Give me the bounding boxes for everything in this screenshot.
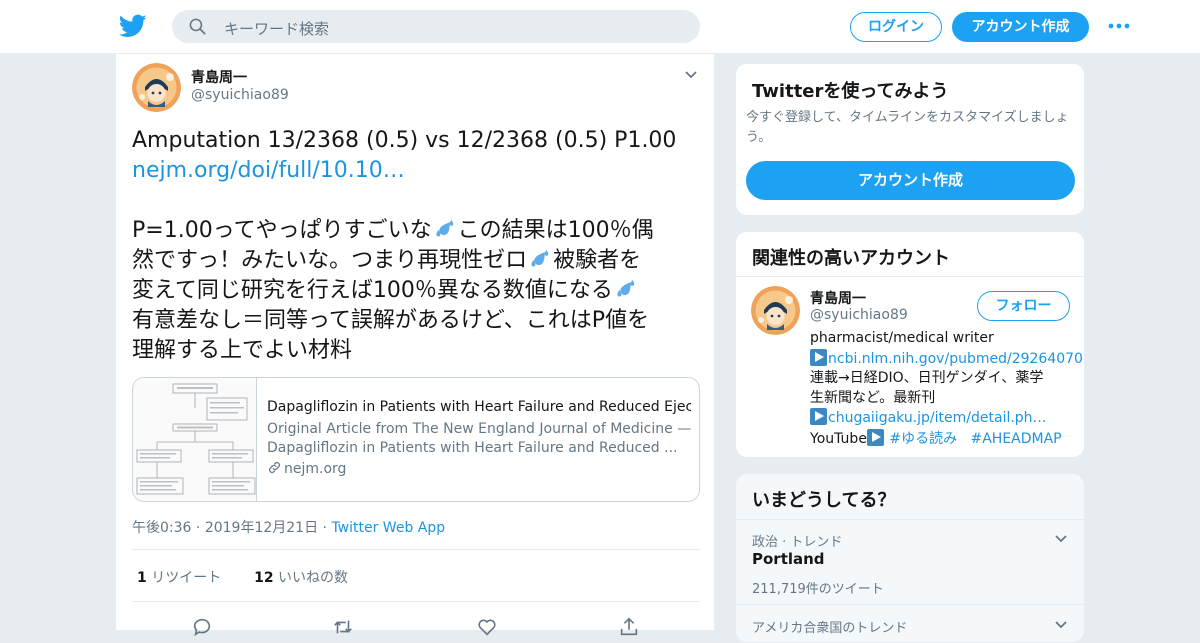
divider bbox=[736, 276, 1084, 277]
tweet-line: 然ですっ！みたいな。つまり再現性ゼロ 被験者を bbox=[132, 246, 702, 276]
tweet-link[interactable]: nejm.org/doi/full/10.10… bbox=[132, 156, 702, 186]
bio-link[interactable]: chugaiigaku.jp/item/detail.ph… bbox=[828, 410, 1047, 426]
tweet-source[interactable]: Twitter Web App bbox=[331, 520, 445, 536]
related-account-name[interactable]: 青島周一 bbox=[810, 288, 866, 308]
avatar[interactable] bbox=[751, 286, 800, 335]
tweet-date[interactable]: 2019年12月21日 bbox=[205, 520, 318, 536]
tweet-time[interactable]: 午後0:36 bbox=[132, 520, 191, 536]
play-button-icon bbox=[810, 408, 827, 426]
share-icon[interactable] bbox=[618, 616, 640, 638]
bio-line: YouTube #ゆる読み #AHEADMAP bbox=[810, 428, 1076, 450]
related-panel-title: 関連性の高いアカウント bbox=[752, 248, 950, 269]
retweet-count: 1 bbox=[137, 570, 147, 586]
tweet-detail: 青島周一 @syuichiao89 Amputation 13/2368 (0.… bbox=[115, 54, 715, 637]
avatar[interactable] bbox=[132, 63, 181, 112]
chevron-down-icon[interactable] bbox=[1054, 534, 1068, 544]
signup-button[interactable]: アカウント作成 bbox=[952, 12, 1089, 42]
signup-panel: Twitterを使ってみよう 今すぐ登録して、タイムラインをカスタマイズしましょ… bbox=[735, 63, 1085, 216]
login-button[interactable]: ログイン bbox=[850, 12, 942, 42]
card-description: Original Article from The New England Jo… bbox=[267, 420, 691, 458]
search-bar[interactable]: キーワード検索 bbox=[172, 10, 700, 43]
chevron-down-icon[interactable] bbox=[1054, 620, 1068, 630]
like-label: いいねの数 bbox=[278, 570, 349, 586]
tweet-text-segment: この結果は100％偶 bbox=[457, 218, 654, 243]
trends-panel: いまどうしてる？ 政治 · トレンド Portland 211,719件のツイー… bbox=[735, 473, 1085, 643]
author-name[interactable]: 青島周一 bbox=[191, 67, 247, 87]
signup-panel-description: 今すぐ登録して、タイムラインをカスタマイズしましょ う。 bbox=[746, 108, 1078, 148]
bio-line: pharmacist/medical writer bbox=[810, 330, 994, 346]
like-count: 12 bbox=[254, 570, 274, 586]
trend-context: 政治 · トレンド bbox=[752, 535, 843, 550]
reply-icon[interactable] bbox=[191, 616, 213, 638]
like-icon[interactable] bbox=[476, 616, 498, 638]
tweet-stats: 1 リツイート 12 いいねの数 bbox=[137, 567, 348, 587]
card-domain-text: nejm.org bbox=[284, 461, 347, 477]
signup-panel-title: Twitterを使ってみよう bbox=[752, 81, 949, 102]
separator-dot: · bbox=[318, 520, 332, 536]
play-button-icon bbox=[810, 348, 827, 366]
tweet-text-segment: 然ですっ！みたいな。つまり再現性ゼロ bbox=[132, 248, 528, 273]
tweet-text: Amputation 13/2368 (0.5) vs 12/2368 (0.5… bbox=[132, 126, 702, 366]
bio-line: 連載→日経DIO、日刊ゲンダイ、薬学 bbox=[810, 370, 1044, 387]
link-preview-card[interactable]: Dapagliflozin in Patients with Heart Fai… bbox=[132, 377, 700, 502]
tweet-line: 変えて同じ研究を行えば100％異なる数値になる bbox=[132, 276, 702, 306]
separator-dot: · bbox=[191, 520, 205, 536]
retweet-icon[interactable] bbox=[332, 616, 354, 638]
trend-tweet-count: 211,719件のツイート bbox=[752, 582, 884, 597]
tweet-text-segment: P=1.00ってやっぱりすごいな bbox=[132, 218, 432, 243]
hashtag-link[interactable]: #ゆる読み bbox=[889, 431, 957, 447]
related-account-handle[interactable]: @syuichiao89 bbox=[810, 307, 908, 323]
bio-text: YouTube bbox=[810, 430, 867, 447]
more-icon[interactable] bbox=[1107, 20, 1131, 32]
play-button-icon bbox=[866, 428, 884, 446]
signup-desc-line: う。 bbox=[746, 130, 772, 145]
trend-context: アメリカ合衆国のトレンド bbox=[752, 621, 908, 636]
author-handle[interactable]: @syuichiao89 bbox=[191, 87, 289, 103]
divider bbox=[736, 519, 1084, 520]
follow-button[interactable]: フォロー bbox=[977, 291, 1070, 321]
search-input[interactable]: キーワード検索 bbox=[224, 18, 329, 39]
tweet-line: Amputation 13/2368 (0.5) vs 12/2368 (0.5… bbox=[132, 128, 677, 153]
like-stat[interactable]: 12 いいねの数 bbox=[254, 570, 348, 586]
hashtag-link[interactable]: #AHEADMAP bbox=[970, 431, 1061, 447]
bio-line: 生新聞など。最新刊 bbox=[810, 389, 936, 406]
twitter-logo-icon[interactable] bbox=[119, 12, 147, 40]
sweat-droplets-icon bbox=[435, 219, 453, 237]
related-accounts-panel: 関連性の高いアカウント 青島周一 @syuichiao89 フォロー pharm… bbox=[735, 231, 1085, 458]
card-description-line: Original Article from The New England Jo… bbox=[267, 421, 691, 437]
signup-desc-line: 今すぐ登録して、タイムラインをカスタマイズしましょ bbox=[746, 110, 1069, 125]
bio-link[interactable]: ncbi.nlm.nih.gov/pubmed/29264070 bbox=[828, 351, 1083, 367]
bio-line: chugaiigaku.jp/item/detail.ph… bbox=[810, 408, 1076, 429]
tweet-text-segment: 被験者を bbox=[553, 248, 642, 273]
card-thumbnail bbox=[133, 378, 257, 501]
top-bar: キーワード検索 ログイン アカウント作成 bbox=[0, 0, 1200, 54]
tweet-line: 理解する上でよい材料 bbox=[132, 338, 353, 363]
card-domain: nejm.org bbox=[267, 460, 346, 477]
sweat-droplets-icon bbox=[617, 279, 635, 297]
signup-panel-button[interactable]: アカウント作成 bbox=[746, 161, 1075, 200]
divider bbox=[132, 601, 700, 602]
tweet-line: P=1.00ってやっぱりすごいな この結果は100％偶 bbox=[132, 216, 702, 246]
retweet-label: リツイート bbox=[151, 570, 222, 586]
bio-line: ncbi.nlm.nih.gov/pubmed/29264070 bbox=[810, 348, 1083, 370]
trends-panel-title: いまどうしてる？ bbox=[752, 490, 896, 511]
tweet-line: 有意差なし＝同等って誤解があるけど、これはP値を bbox=[132, 308, 650, 333]
tweet-metadata: 午後0:36 · 2019年12月21日 · Twitter Web App bbox=[132, 517, 445, 537]
card-description-line: Dapagliflozin in Patients with Heart Fai… bbox=[267, 440, 678, 456]
card-title: Dapagliflozin in Patients with Heart Fai… bbox=[267, 399, 691, 415]
divider bbox=[736, 604, 1084, 605]
trend-name[interactable]: Portland bbox=[752, 550, 825, 568]
account-bio: pharmacist/medical writer ncbi.nlm.nih.g… bbox=[810, 329, 1083, 450]
search-icon bbox=[189, 18, 206, 35]
tweet-text-segment: 変えて同じ研究を行えば100％異なる数値になる bbox=[132, 278, 613, 303]
retweet-stat[interactable]: 1 リツイート bbox=[137, 570, 221, 586]
chevron-down-icon[interactable] bbox=[684, 70, 698, 80]
divider bbox=[132, 549, 700, 550]
link-icon bbox=[269, 462, 280, 473]
sweat-droplets-icon bbox=[531, 249, 549, 267]
